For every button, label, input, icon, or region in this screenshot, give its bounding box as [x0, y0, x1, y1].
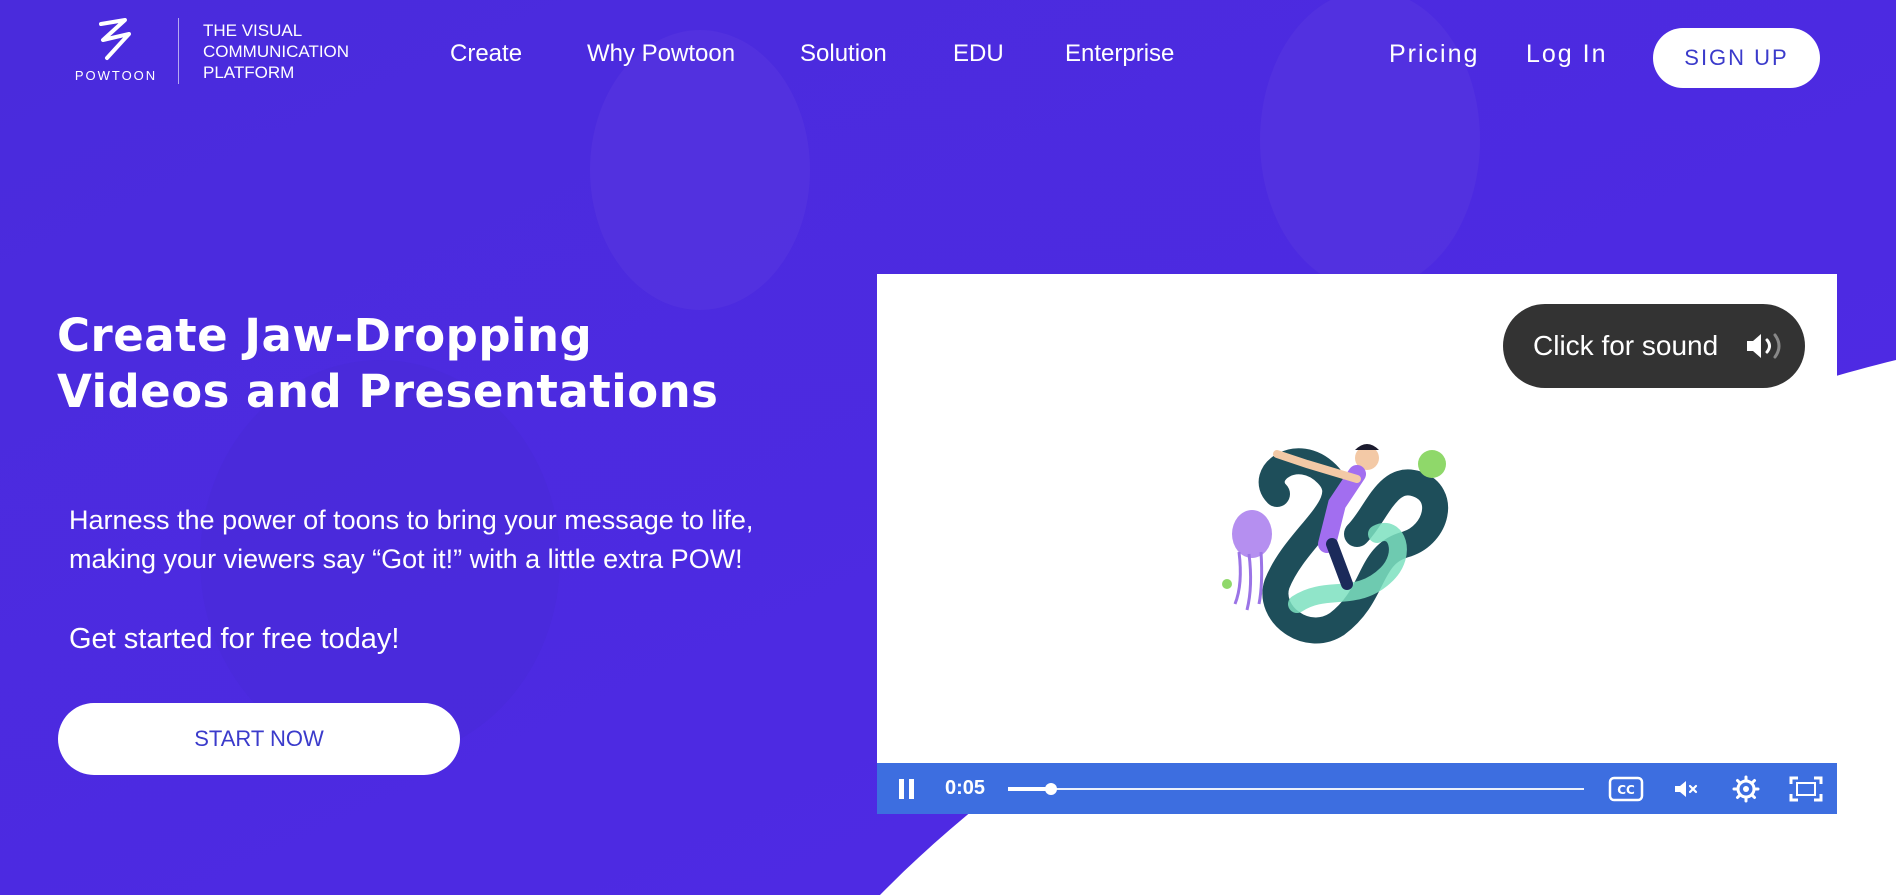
powtoon-logo-icon — [99, 18, 131, 60]
fullscreen-icon — [1789, 776, 1823, 801]
hero-title-line: Create Jaw-Dropping — [57, 309, 593, 362]
progress-bar[interactable] — [1008, 783, 1584, 795]
hero-description: Harness the power of toons to bring your… — [69, 505, 754, 574]
pricing-link[interactable]: Pricing — [1389, 40, 1479, 69]
pause-button[interactable] — [885, 763, 929, 814]
tagline-line: THE VISUAL — [203, 21, 303, 40]
svg-text:CC: CC — [1617, 783, 1635, 797]
video-player[interactable]: Click for sound 0:05 CC — [877, 274, 1837, 814]
mute-icon — [1675, 780, 1698, 797]
start-now-button[interactable]: START NOW — [58, 703, 460, 775]
nav-edu[interactable]: EDU — [953, 40, 1004, 68]
video-controls: 0:05 CC — [877, 763, 1837, 814]
mute-button[interactable] — [1664, 763, 1708, 814]
current-time: 0:05 — [945, 777, 986, 799]
cartoon-illustration — [1222, 444, 1448, 644]
nav-why-powtoon[interactable]: Why Powtoon — [587, 40, 735, 68]
speaker-icon — [1747, 333, 1781, 359]
powtoon-logo[interactable]: POWTOON — [73, 18, 159, 84]
progress-scrubber[interactable] — [1045, 783, 1058, 795]
settings-button[interactable] — [1724, 763, 1768, 814]
fullscreen-button[interactable] — [1784, 763, 1828, 814]
sound-prompt-label: Click for sound — [1533, 330, 1719, 361]
nav-create[interactable]: Create — [450, 40, 522, 68]
settings-icon — [1732, 775, 1760, 802]
login-link[interactable]: Log In — [1526, 40, 1608, 69]
tagline-line: COMMUNICATION — [203, 42, 350, 61]
tagline-line: PLATFORM — [203, 63, 295, 82]
nav-enterprise[interactable]: Enterprise — [1065, 40, 1174, 68]
click-for-sound-button[interactable]: Click for sound — [1503, 304, 1805, 388]
tagline: THE VISUAL COMMUNICATION PLATFORM — [203, 20, 373, 83]
hero-cta-text: Get started for free today! — [69, 623, 400, 655]
hero-title-line: Videos and Presentations — [57, 365, 719, 418]
captions-button[interactable]: CC — [1604, 763, 1648, 814]
hero-title: Create Jaw-Dropping Videos and Presentat… — [57, 308, 777, 420]
logo-divider — [178, 18, 179, 84]
pause-icon — [899, 778, 914, 799]
logo-wordmark: POWTOON — [74, 68, 158, 83]
cc-icon: CC — [1608, 776, 1644, 801]
signup-button[interactable]: SIGN UP — [1653, 28, 1820, 88]
nav-solution[interactable]: Solution — [800, 40, 887, 68]
